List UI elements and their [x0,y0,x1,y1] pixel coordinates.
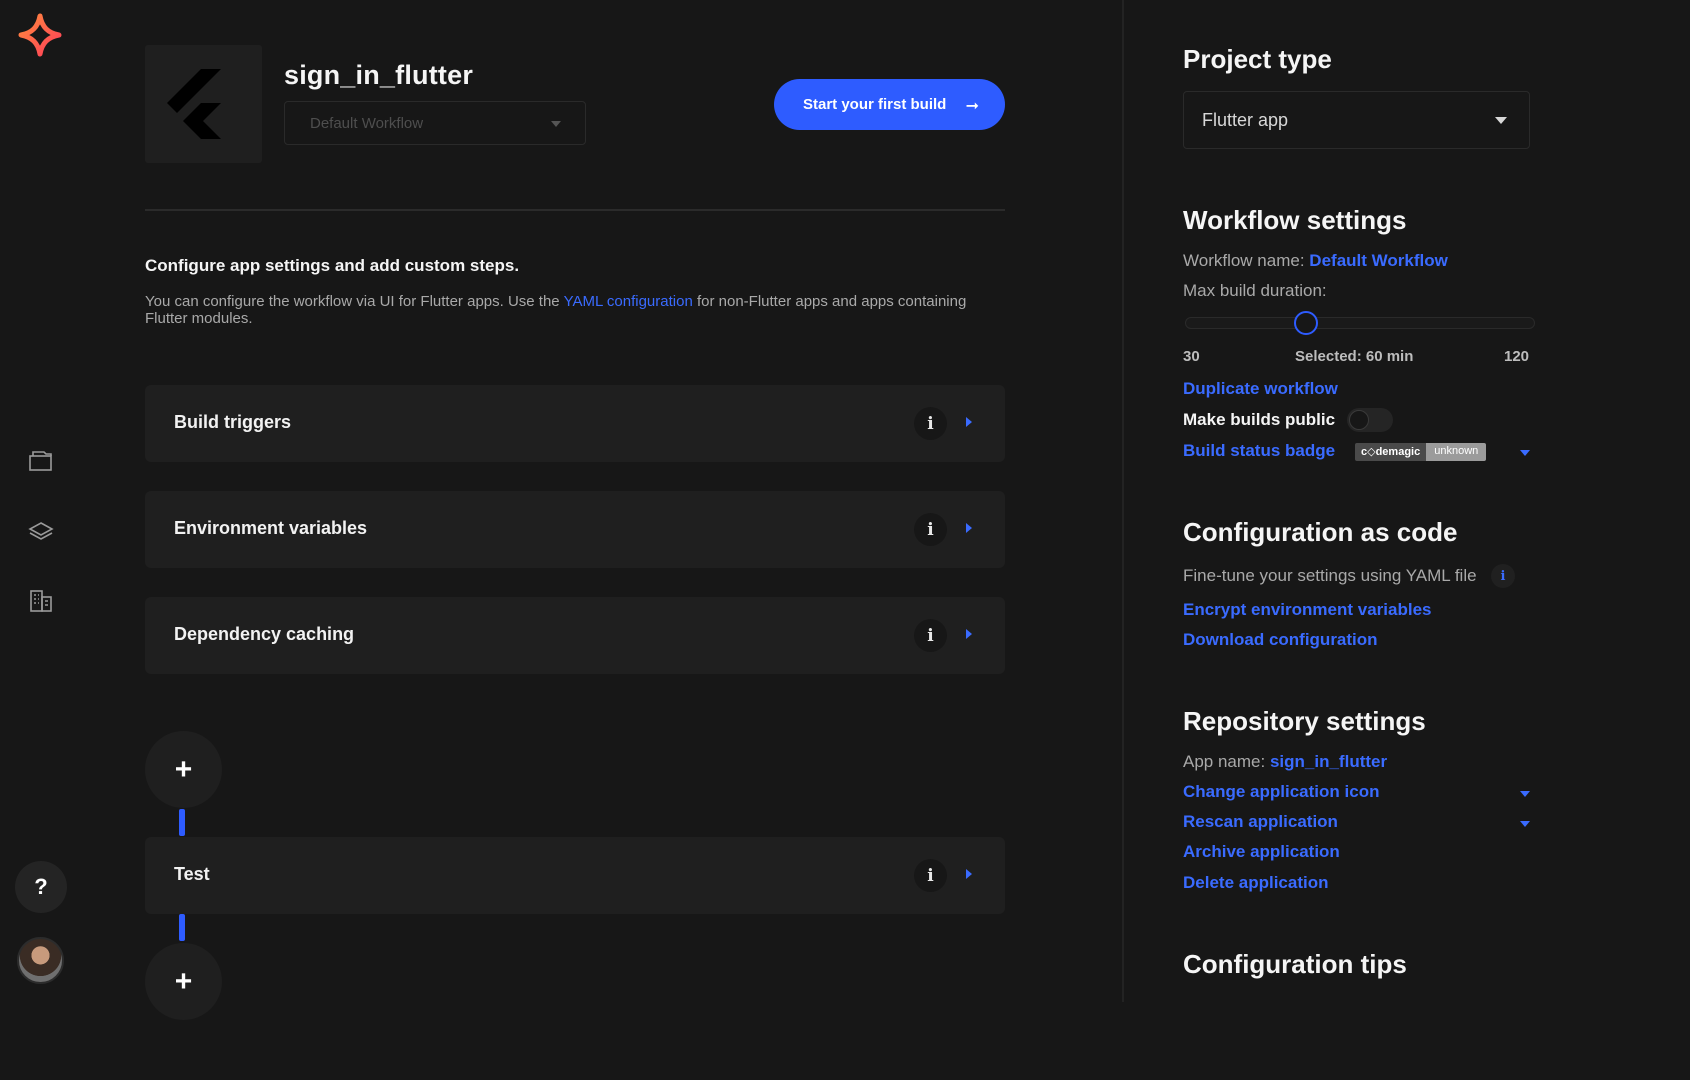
workflow-select[interactable]: Default Workflow [284,101,586,145]
slider-selected-label: Selected: 60 min [1295,348,1414,365]
chevron-down-icon [551,121,561,127]
chevron-down-icon[interactable] [1520,821,1530,827]
make-builds-public-label: Make builds public [1183,410,1336,429]
step-connector [179,914,185,941]
max-build-duration-label: Max build duration: [1183,281,1327,300]
slider-min-label: 30 [1183,348,1200,365]
team-building-icon[interactable] [27,587,55,615]
status-badge: c◇demagic unknown [1355,443,1487,461]
step-card-environment-variables[interactable]: Environment variables i [145,491,1005,568]
plus-icon: + [174,964,193,998]
question-icon: ? [34,874,48,899]
change-application-icon-label: Change application icon [1183,782,1380,801]
workflow-name-link[interactable]: Default Workflow [1309,251,1448,270]
download-configuration-link[interactable]: Download configuration [1183,630,1378,650]
app-name-label: App name: [1183,752,1266,771]
nav-rail: ? [0,0,82,1002]
step-label: Dependency caching [174,624,355,644]
duplicate-workflow-label: Duplicate workflow [1183,379,1338,398]
encrypt-env-vars-label: Encrypt environment variables [1183,600,1432,619]
step-card-build-triggers[interactable]: Build triggers i [145,385,1005,462]
workflow-name-row: Workflow name: Default Workflow [1183,251,1448,271]
step-card-test[interactable]: Test i [145,837,1005,914]
info-icon[interactable]: i [914,859,947,892]
chevron-down-icon [1495,117,1507,124]
codemagic-logo-icon[interactable] [18,13,62,57]
badge-status: unknown [1426,443,1487,461]
build-status-badge-label: Build status badge [1183,441,1336,460]
arrow-right-icon: ➞ [965,98,979,115]
download-configuration-label: Download configuration [1183,630,1378,649]
start-build-button[interactable]: Start your first build ➞ [774,79,1005,130]
archive-application-link[interactable]: Archive application [1183,842,1340,862]
project-type-value: Flutter app [1202,109,1289,130]
add-step-button[interactable]: + [145,731,222,808]
info-icon[interactable]: i [914,407,947,440]
divider [145,209,1005,211]
toggle-knob [1349,410,1369,430]
chevron-right-icon [966,629,972,639]
project-type-select[interactable]: Flutter app [1183,91,1530,149]
app-title: sign_in_flutter [284,60,474,90]
step-card-dependency-caching[interactable]: Dependency caching i [145,597,1005,674]
build-duration-slider[interactable] [1185,317,1535,329]
configure-description: You can configure the workflow via UI fo… [145,293,995,327]
start-build-label: Start your first build [803,96,947,113]
rescan-application-label: Rescan application [1183,812,1338,831]
configuration-tips-heading: Configuration tips [1183,949,1407,979]
yaml-configuration-link[interactable]: YAML configuration [564,293,693,310]
app-icon [145,45,262,163]
flutter-logo-icon [167,69,221,139]
repository-settings-heading: Repository settings [1183,706,1426,736]
chevron-right-icon [966,417,972,427]
step-label: Test [174,864,210,884]
rescan-application-link[interactable]: Rescan application [1183,812,1338,832]
app-name-row: App name: sign_in_flutter [1183,752,1387,772]
chevron-right-icon [966,869,972,879]
main-content: sign_in_flutter Default Workflow Start y… [82,0,1122,1020]
build-status-badge-link[interactable]: Build status badge [1183,441,1335,461]
layers-icon[interactable] [27,517,55,545]
plus-icon: + [174,752,193,786]
step-label: Environment variables [174,518,368,538]
delete-application-label: Delete application [1183,873,1329,892]
user-avatar[interactable] [17,937,64,984]
help-button[interactable]: ? [15,861,67,913]
settings-panel: Project type Flutter app Workflow settin… [1122,0,1568,1002]
workflow-name-label: Workflow name: [1183,251,1305,270]
duplicate-workflow-link[interactable]: Duplicate workflow [1183,379,1338,399]
info-icon[interactable]: i [914,513,947,546]
slider-max-label: 120 [1504,348,1530,365]
workflow-select-value: Default Workflow [310,114,424,132]
configure-heading: Configure app settings and add custom st… [145,256,520,275]
archive-application-label: Archive application [1183,842,1340,861]
slider-handle[interactable] [1294,311,1318,335]
desc-text-1: You can configure the workflow via UI fo… [145,293,564,310]
add-step-button[interactable]: + [145,943,222,1020]
config-as-code-description: Fine-tune your settings using YAML file [1183,566,1477,585]
chevron-down-icon[interactable] [1520,791,1530,797]
info-icon[interactable]: i [1491,564,1515,588]
step-connector [179,809,185,836]
make-builds-public-toggle[interactable] [1347,408,1393,432]
chevron-down-icon[interactable] [1520,450,1530,456]
badge-brand: c◇demagic [1355,443,1427,461]
apps-folder-icon[interactable] [27,447,55,475]
change-application-icon-link[interactable]: Change application icon [1183,782,1379,802]
app-name-link[interactable]: sign_in_flutter [1270,752,1387,771]
encrypt-env-vars-link[interactable]: Encrypt environment variables [1183,600,1431,620]
project-type-heading: Project type [1183,44,1332,74]
config-as-code-heading: Configuration as code [1183,517,1458,547]
step-label: Build triggers [174,412,292,432]
chevron-right-icon [966,523,972,533]
workflow-settings-heading: Workflow settings [1183,205,1407,235]
info-icon[interactable]: i [914,619,947,652]
delete-application-link[interactable]: Delete application [1183,873,1328,893]
